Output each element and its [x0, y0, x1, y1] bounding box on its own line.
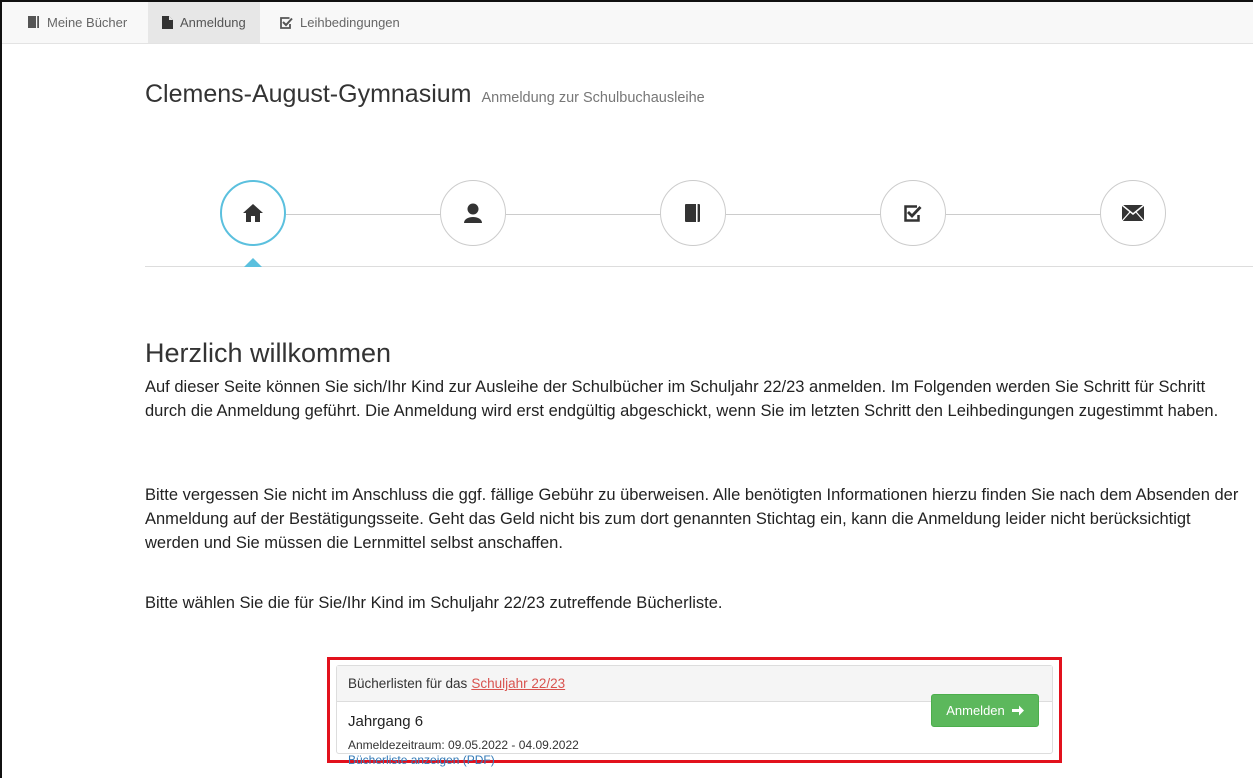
check-square-icon: [904, 204, 922, 222]
nav-item-leihbedingungen[interactable]: Leihbedingungen: [266, 2, 414, 43]
step-connector: [946, 214, 1101, 215]
file-icon: [162, 16, 173, 29]
step-connector: [506, 214, 661, 215]
nav-item-label: Anmeldung: [180, 15, 246, 30]
booklist-instruction: Bitte wählen Sie die für Sie/Ihr Kind im…: [145, 594, 723, 612]
intro-paragraph: Auf dieser Seite können Sie sich/Ihr Kin…: [145, 378, 1219, 420]
step-connector: [286, 214, 441, 215]
welcome-heading: Herzlich willkommen: [145, 338, 392, 368]
nav-item-meine-buecher[interactable]: Meine Bücher: [14, 2, 142, 43]
envelope-icon: [1122, 205, 1144, 221]
booklist-panel: Bücherlisten für das Schuljahr 22/23 Jah…: [336, 665, 1053, 767]
check-square-icon: [280, 16, 293, 29]
step-user[interactable]: [440, 180, 506, 246]
active-step-indicator: [244, 258, 262, 267]
step-submit[interactable]: [1100, 180, 1166, 246]
school-name: Clemens-August-Gymnasium: [145, 80, 472, 108]
step-connector: [726, 214, 881, 215]
nav-item-anmeldung[interactable]: Anmeldung: [148, 2, 260, 43]
nav-item-label: Leihbedingungen: [300, 15, 400, 30]
top-navbar: Meine Bücher Anmeldung Leihbedingungen: [2, 2, 1253, 44]
step-books[interactable]: [660, 180, 726, 246]
registration-stepper: [145, 180, 1253, 270]
panel-heading-text: Bücherlisten für das: [348, 676, 468, 691]
schuljahr-link[interactable]: Schuljahr 22/23: [471, 676, 565, 691]
book-icon: [685, 203, 700, 222]
nav-item-label: Meine Bücher: [47, 15, 128, 30]
page-title: Clemens-August-Gymnasium Anmeldung zur S…: [145, 80, 705, 109]
payment-paragraph: Bitte vergessen Sie nicht im Anschluss d…: [145, 486, 1239, 552]
booklist-pdf-link[interactable]: Bücherliste anzeigen (PDF): [348, 753, 495, 767]
anmelden-button[interactable]: Anmelden: [931, 694, 1039, 727]
page-subtitle: Anmeldung zur Schulbuchausleihe: [481, 90, 705, 106]
home-icon: [243, 204, 263, 222]
user-icon: [464, 203, 482, 223]
step-confirm[interactable]: [880, 180, 946, 246]
anmelden-button-label: Anmelden: [946, 703, 1005, 718]
step-home[interactable]: [220, 180, 286, 246]
stepper-divider: [145, 266, 1253, 267]
arrow-right-icon: [1011, 705, 1024, 716]
book-icon: [28, 16, 39, 28]
grade-title: Jahrgang 6: [348, 713, 424, 730]
registration-period: Anmeldezeitraum: 09.05.2022 - 04.09.2022: [348, 738, 579, 752]
